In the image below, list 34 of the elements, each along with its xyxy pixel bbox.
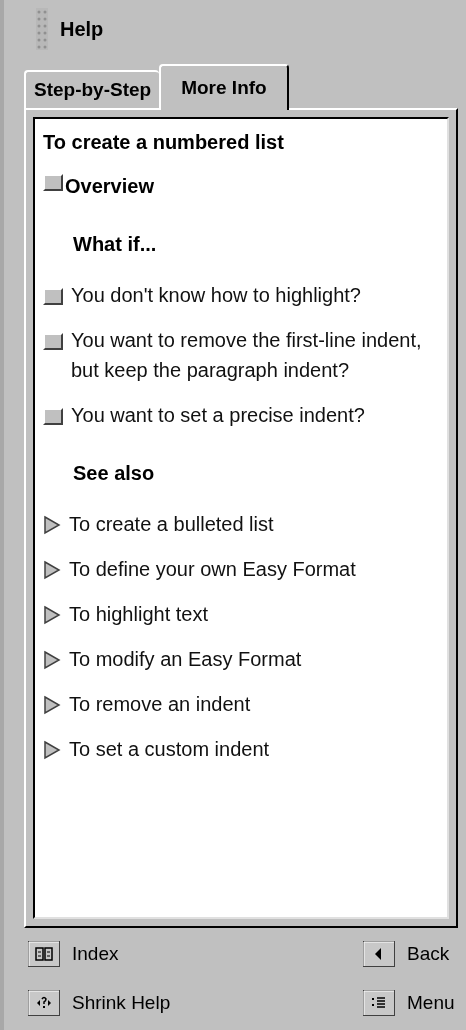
topic-link[interactable]: To create a bulleted list [69, 509, 274, 539]
popup-link[interactable]: You want to remove the first-line indent, but keep the paragraph indent? [71, 325, 423, 385]
popup-button-icon[interactable] [43, 408, 63, 425]
popup-link[interactable]: You want to set a precise indent? [71, 400, 365, 430]
topic-link[interactable]: To define your own Easy Format [69, 554, 356, 584]
topic-link[interactable]: To highlight text [69, 599, 208, 629]
jump-arrow-icon[interactable] [43, 695, 61, 715]
jump-arrow-icon[interactable] [43, 605, 61, 625]
grip-icon[interactable] [36, 8, 48, 50]
jump-arrow-icon[interactable] [43, 740, 61, 760]
topic-title: To create a numbered list [43, 130, 285, 155]
section-heading: See also [72, 461, 156, 486]
tab[interactable]: More Info [159, 64, 289, 110]
jump-arrow-icon[interactable] [43, 560, 61, 580]
footer-button[interactable]: Back [243, 940, 458, 969]
question-arrows-icon [28, 989, 60, 1016]
popup-button-icon[interactable] [43, 174, 63, 191]
footer-button[interactable]: Index [28, 940, 243, 969]
popup-button-icon[interactable] [43, 333, 63, 350]
list-icon [363, 989, 395, 1016]
topic-link[interactable]: To set a custom indent [69, 734, 270, 764]
popup-link[interactable]: You don't know how to highlight? [71, 280, 361, 310]
footer-button[interactable]: Shrink Help [28, 988, 243, 1017]
tab[interactable]: Step-by-Step [24, 70, 160, 108]
popup-button-icon[interactable] [43, 288, 63, 305]
overview-link[interactable]: Overview [65, 171, 154, 201]
footer-button[interactable]: Menu [243, 988, 458, 1017]
topic-link[interactable]: To remove an indent [69, 689, 251, 719]
section-heading: What if... [72, 232, 158, 257]
jump-arrow-icon[interactable] [43, 650, 61, 670]
window-title: Help [60, 17, 104, 42]
jump-arrow-icon[interactable] [43, 515, 61, 535]
topic-link[interactable]: To modify an Easy Format [69, 644, 302, 674]
book-icon [28, 941, 60, 968]
